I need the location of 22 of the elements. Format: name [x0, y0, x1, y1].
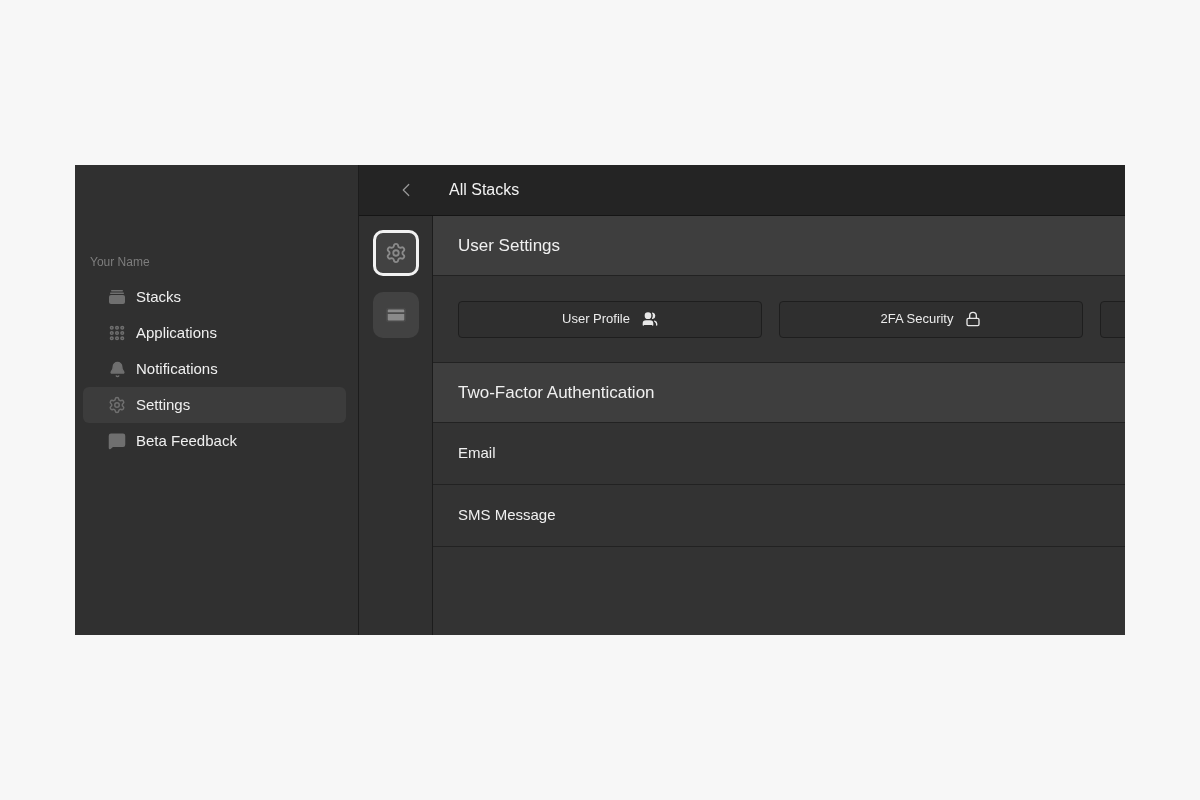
grid-icon: [108, 324, 126, 342]
speech-bubble-icon: [108, 432, 126, 450]
sidebar-item[interactable]: Beta Feedback: [83, 423, 346, 459]
settings-icon: [384, 242, 407, 264]
sidebar-item[interactable]: Notifications: [83, 351, 346, 387]
sidebar-item[interactable]: Stacks: [83, 279, 346, 315]
header-title: All Stacks: [449, 180, 520, 200]
settings-icon: [108, 396, 126, 414]
bell-icon: [108, 360, 126, 378]
section-title: Two-Factor Authentication: [458, 381, 655, 404]
users-icon: [641, 311, 658, 327]
sidebar-item[interactable]: Applications: [83, 315, 346, 351]
lock-icon: [965, 311, 982, 327]
stacks-icon: [108, 289, 126, 305]
list-row[interactable]: SMS Message: [433, 485, 1125, 547]
user-name: Your Name: [89, 254, 151, 271]
sidebar-item[interactable]: Settings: [83, 387, 346, 423]
list-row[interactable]: Email: [433, 423, 1125, 485]
section-title: User Settings: [458, 234, 561, 257]
rail-button[interactable]: [372, 230, 419, 276]
tab-button[interactable]: User Profile: [458, 300, 762, 338]
tab-button[interactable]: 2FA Security: [779, 300, 1083, 338]
